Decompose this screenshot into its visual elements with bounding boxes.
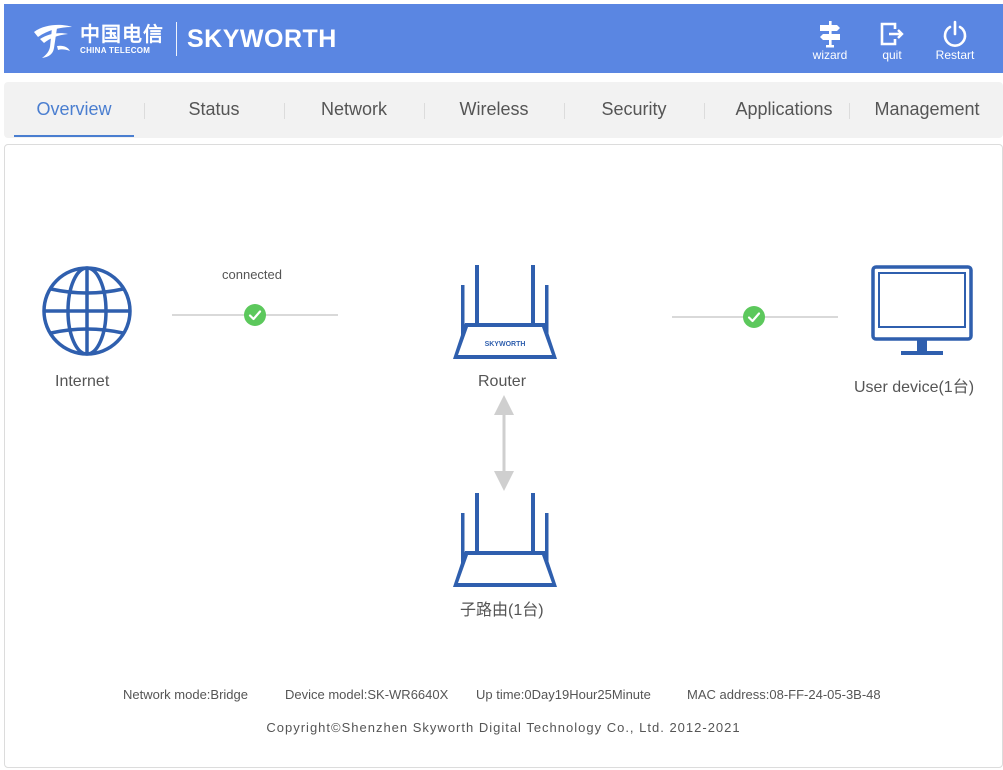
network-mode-text: Network mode:Bridge — [123, 687, 248, 702]
quit-button[interactable]: quit — [869, 20, 915, 66]
device-model-text: Device model:SK-WR6640X — [285, 687, 449, 702]
tab-applications[interactable]: Applications — [719, 82, 849, 138]
router-icon[interactable]: SKYWORTH — [449, 263, 559, 365]
sub-router-label: 子路由(1台) — [460, 602, 544, 619]
internet-label: Internet — [55, 373, 110, 390]
router-brand-text: SKYWORTH — [485, 341, 526, 348]
tab-overview[interactable]: Overview — [14, 82, 134, 138]
wizard-label: wizard — [812, 48, 848, 62]
tab-divider — [144, 103, 145, 119]
connected-check-icon — [743, 306, 765, 328]
wizard-button[interactable]: wizard — [807, 20, 853, 66]
router-label: Router — [478, 373, 527, 390]
tab-wireless[interactable]: Wireless — [434, 82, 554, 138]
overview-panel: Internet connected SKYWORTH Router User … — [4, 144, 1003, 768]
sub-router-icon[interactable] — [449, 491, 559, 593]
logout-icon — [880, 22, 904, 46]
tab-security[interactable]: Security — [574, 82, 694, 138]
logo-divider — [176, 22, 177, 56]
monitor-icon[interactable] — [871, 265, 973, 357]
copyright-text: Copyright©Shenzhen Skyworth Digital Tech… — [266, 720, 741, 735]
internet-connection-status: connected — [222, 267, 282, 282]
bidirectional-arrow-icon — [494, 395, 514, 491]
main-nav: Overview Status Network Wireless Securit… — [4, 82, 1003, 138]
signpost-icon — [820, 21, 840, 48]
brand-name: SKYWORTH — [187, 24, 337, 53]
logo-chinese-text: 中国电信 — [80, 21, 164, 46]
user-device-label: User device(1台) — [854, 379, 975, 396]
tab-network[interactable]: Network — [294, 82, 414, 138]
restart-label: Restart — [935, 48, 975, 62]
mac-address-text: MAC address:08-FF-24-05-3B-48 — [687, 687, 881, 702]
tab-divider — [424, 103, 425, 119]
quit-label: quit — [882, 48, 902, 62]
logo-english-text: CHINA TELECOM — [80, 45, 151, 55]
tab-divider — [284, 103, 285, 119]
tab-status[interactable]: Status — [154, 82, 274, 138]
tab-divider — [849, 103, 850, 119]
china-telecom-logo-icon — [34, 24, 72, 58]
tab-divider — [564, 103, 565, 119]
top-header: 中国电信 CHINA TELECOM SKYWORTH wizard quit … — [4, 4, 1003, 73]
tab-management[interactable]: Management — [862, 82, 992, 138]
internet-globe-icon[interactable] — [41, 265, 133, 357]
logo: 中国电信 CHINA TELECOM SKYWORTH — [30, 18, 337, 60]
connected-check-icon — [244, 304, 266, 326]
tab-divider — [704, 103, 705, 119]
power-icon — [943, 20, 967, 47]
restart-button[interactable]: Restart — [931, 20, 979, 66]
up-time-text: Up time:0Day19Hour25Minute — [476, 687, 651, 702]
